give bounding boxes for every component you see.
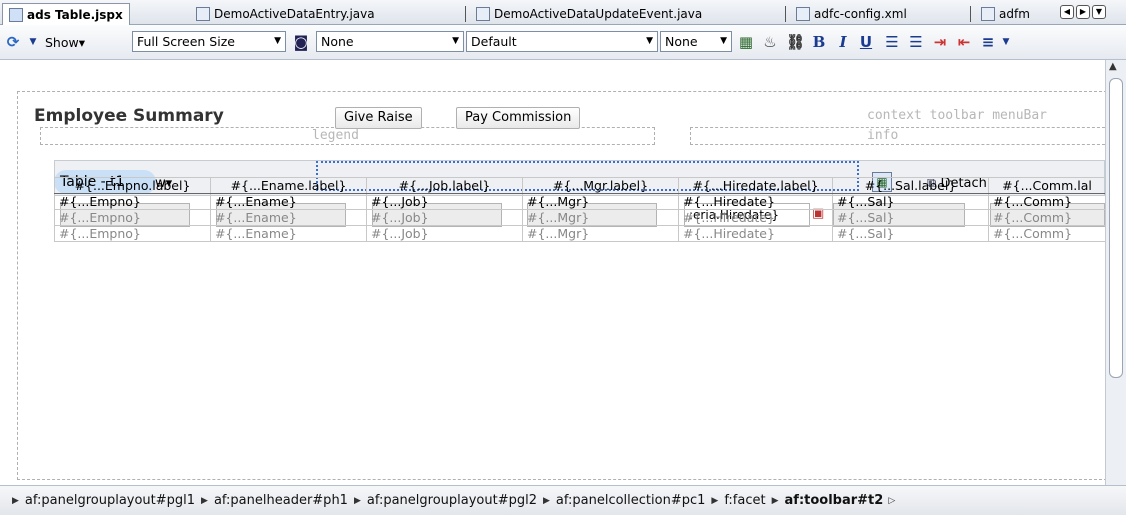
column-header[interactable]: #{...Mgr.label} <box>522 177 679 194</box>
tab-ads-table[interactable]: ads Table.jspx <box>2 3 130 25</box>
table-cell: #{...Mgr} <box>522 209 679 226</box>
vertical-scrollbar[interactable]: ▲ <box>1105 60 1126 485</box>
column-header[interactable]: #{...Sal.label} <box>832 177 989 194</box>
numbered-list-icon[interactable]: ☰ <box>883 33 901 51</box>
editor-toolbar: ⟳ ▼ Show▾ Full Screen Size ▼ ◙ None ▼ Defa… <box>0 25 1126 60</box>
table-cell: #{...Empno} <box>54 225 211 242</box>
employee-table: #{...Empno.label} #{...Ename.label} #{..… <box>54 177 1106 242</box>
column-header[interactable]: #{...Hiredate.label} <box>678 177 833 194</box>
table-cell: #{...Mgr} <box>522 225 679 242</box>
breadcrumb-arrow-icon: ▶ <box>12 495 19 506</box>
table-cell: #{...Comm} <box>988 225 1106 242</box>
show-menu[interactable]: Show▾ <box>45 35 85 50</box>
xml-file-icon <box>796 7 810 21</box>
panel-outline <box>17 91 1107 480</box>
breadcrumb-arrow-icon: ▶ <box>771 495 779 506</box>
table-row[interactable]: #{...Empno} #{...Ename} #{...Job} #{...M… <box>54 225 1106 242</box>
refresh-menu-icon[interactable]: ▼ <box>24 33 42 51</box>
table-cell: #{...Sal} <box>832 225 989 242</box>
tab-list-icon[interactable]: ▼ <box>1092 5 1106 19</box>
table-cell: #{...Sal} <box>832 193 989 210</box>
java-file-icon <box>476 7 490 21</box>
table-row[interactable]: #{...Empno} #{...Ename} #{...Job} #{...M… <box>54 193 1106 210</box>
column-header[interactable]: #{...Comm.lal <box>988 177 1106 194</box>
tab-separator <box>465 6 466 22</box>
breadcrumb-item[interactable]: f:facet <box>724 493 765 508</box>
table-header-row: #{...Empno.label} #{...Ename.label} #{..… <box>54 177 1106 194</box>
info-facet-label: info <box>867 128 899 143</box>
skin-select[interactable]: Default ▼ <box>466 31 658 52</box>
pay-commission-button[interactable]: Pay Commission <box>456 107 581 129</box>
breadcrumb-item[interactable]: af:panelgrouplayout#pgl2 <box>367 493 537 508</box>
table-cell: #{...Ename} <box>210 209 367 226</box>
legend-facet-label: legend <box>312 128 359 143</box>
breadcrumb-item[interactable]: af:panelgrouplayout#pgl1 <box>25 493 195 508</box>
structure-breadcrumb: ▶ af:panelgrouplayout#pgl1 ▶ af:panelhea… <box>0 485 1126 515</box>
info-facet[interactable] <box>690 127 1110 145</box>
tab-adfc-config[interactable]: adfc-config.xml <box>785 3 913 25</box>
bold-icon[interactable]: B <box>810 33 828 51</box>
font-select[interactable]: None ▼ <box>660 31 732 52</box>
scroll-up-icon[interactable]: ▲ <box>1109 61 1117 72</box>
table-cell: #{...Comm} <box>988 209 1106 226</box>
panel-header-title: Employee Summary <box>34 106 224 126</box>
table-cell: #{...Empno} <box>54 209 211 226</box>
table-cell: #{...Job} <box>366 193 523 210</box>
table-cell: #{...Hiredate} <box>678 193 833 210</box>
scroll-right-icon[interactable]: ▶ <box>1076 5 1090 19</box>
table-cell: #{...Job} <box>366 209 523 226</box>
java-file-icon <box>196 7 210 21</box>
tab-adfm[interactable]: adfm <box>970 3 1036 25</box>
breadcrumb-item-current[interactable]: af:toolbar#t2 <box>785 493 884 508</box>
column-header[interactable]: #{...Ename.label} <box>210 177 367 194</box>
editor-tab-bar: ads Table.jspx DemoActiveDataEntry.java … <box>0 0 1126 25</box>
align-icon[interactable]: ≡ <box>979 33 997 51</box>
table-cell: #{...Empno} <box>54 193 211 210</box>
breadcrumb-arrow-icon: ▶ <box>201 495 208 506</box>
refresh-icon[interactable]: ⟳ <box>4 33 22 51</box>
breadcrumb-arrow-icon: ▶ <box>353 495 361 506</box>
outdent-icon[interactable]: ⇤ <box>955 33 973 51</box>
column-header[interactable]: #{...Job.label} <box>366 177 523 194</box>
table-cell: #{...Sal} <box>832 209 989 226</box>
size-select[interactable]: Full Screen Size ▼ <box>132 31 286 52</box>
css-icon[interactable]: ◙ <box>292 33 310 51</box>
paint-bucket-icon[interactable]: ♨ <box>761 33 779 51</box>
tab-demo-active-data-update-event[interactable]: DemoActiveDataUpdateEvent.java <box>465 3 708 25</box>
column-header[interactable]: #{...Empno.label} <box>54 177 211 194</box>
give-raise-button[interactable]: Give Raise <box>335 107 422 129</box>
table-cell: #{...Hiredate} <box>678 209 833 226</box>
bullet-list-icon[interactable]: ☰ <box>907 33 925 51</box>
breadcrumb-arrow-icon: ▶ <box>711 495 719 506</box>
scroll-left-icon[interactable]: ◀ <box>1060 5 1074 19</box>
table-cell: #{...Mgr} <box>522 193 679 210</box>
style-class-select[interactable]: None ▼ <box>316 31 464 52</box>
table-cell: #{...Hiredate} <box>678 225 833 242</box>
tab-demo-active-data-entry[interactable]: DemoActiveDataEntry.java <box>190 3 381 25</box>
context-facets-label: context toolbar menuBar <box>867 108 1048 123</box>
tab-separator <box>785 6 786 22</box>
link-icon[interactable]: ⛓ <box>786 33 805 51</box>
indent-icon[interactable]: ⇥ <box>931 33 949 51</box>
table-cell: #{...Job} <box>366 225 523 242</box>
table-cell: #{...Comm} <box>988 193 1106 210</box>
underline-icon[interactable]: U <box>857 33 875 51</box>
highlight-icon[interactable]: ▦ <box>737 33 755 51</box>
table-cell: #{...Ename} <box>210 225 367 242</box>
breadcrumb-more-icon[interactable]: ▷ <box>888 496 895 506</box>
scrollbar-thumb[interactable] <box>1109 78 1123 378</box>
jspx-file-icon <box>9 7 23 22</box>
design-canvas: Employee Summary legend info context too… <box>0 60 1110 485</box>
breadcrumb-item[interactable]: af:panelcollection#pc1 <box>556 493 705 508</box>
table-row[interactable]: #{...Empno} #{...Ename} #{...Job} #{...M… <box>54 209 1106 226</box>
xml-file-icon <box>981 7 995 21</box>
align-menu-icon[interactable]: ▼ <box>997 33 1015 51</box>
table-cell: #{...Ename} <box>210 193 367 210</box>
italic-icon[interactable]: I <box>834 33 852 51</box>
tab-separator <box>970 6 971 22</box>
breadcrumb-arrow-icon: ▶ <box>543 495 550 506</box>
breadcrumb-item[interactable]: af:panelheader#ph1 <box>214 493 348 508</box>
